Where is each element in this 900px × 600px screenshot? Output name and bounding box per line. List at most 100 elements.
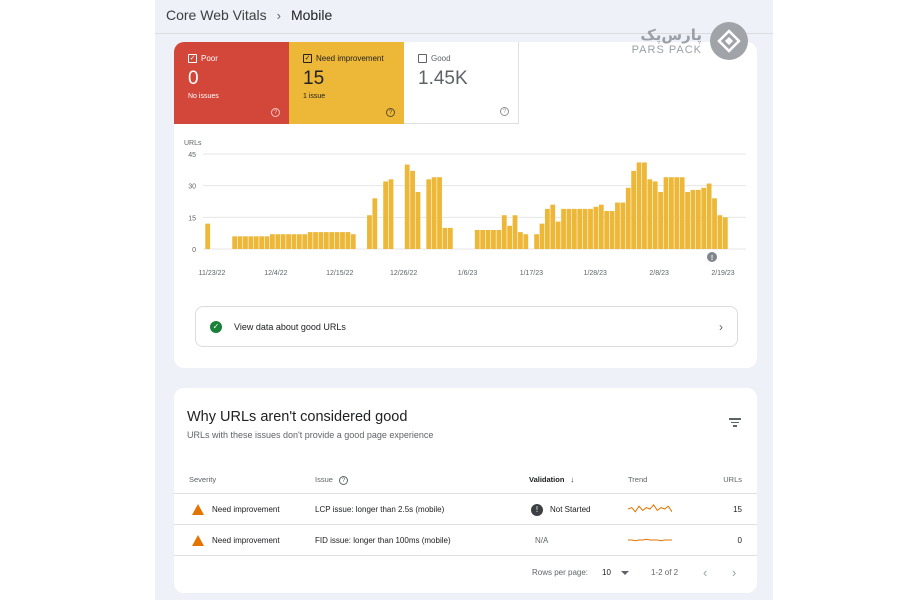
chart-bar (582, 208, 588, 249)
chart-bar (350, 234, 356, 249)
chart-bar (620, 202, 626, 249)
chart-bar (679, 177, 685, 249)
x-tick-label: 1/28/23 (584, 270, 607, 277)
chart-bar (706, 183, 712, 249)
chart-bar (577, 208, 583, 249)
view-good-urls-link[interactable]: ✓ View data about good URLs › (195, 306, 738, 347)
trend-cell (628, 533, 672, 547)
chart-bar (534, 234, 539, 249)
chart-bar (237, 236, 243, 249)
severity-label: Need improvement (212, 505, 280, 514)
chart-bar (243, 236, 248, 249)
warning-icon (192, 535, 204, 567)
rows-per-page-label: Rows per page: (532, 568, 589, 577)
chart-bar (253, 236, 259, 249)
chart-bar (674, 177, 680, 249)
col-issue: Issue ? (315, 466, 349, 494)
chart-bar (593, 206, 599, 249)
issues-card: Why URLs aren't considered good URLs wit… (174, 388, 757, 593)
trend-sparkline (628, 538, 672, 542)
parspack-logo: پارس‌پک PARS PACK (632, 22, 748, 60)
col-validation[interactable]: Validation ↓ (529, 466, 574, 494)
chart-bar (345, 232, 351, 249)
chart-bar (615, 202, 620, 249)
chart-bar (286, 234, 291, 249)
annotation-marker-label: ! (711, 255, 713, 262)
x-tick-label: 2/19/23 (711, 270, 734, 277)
chart-bar (555, 221, 561, 249)
chart-bar (491, 230, 496, 249)
trend-sparkline (627, 503, 673, 513)
breadcrumb-parent[interactable]: Core Web Vitals (166, 7, 267, 23)
urls-cell: 15 (733, 505, 742, 514)
exclamation-circle-icon: ! (531, 503, 543, 516)
x-tick-label: 11/23/22 (199, 270, 226, 277)
chart-bar (571, 208, 577, 249)
chart-bar (722, 217, 728, 249)
check-circle-icon: ✓ (210, 320, 222, 333)
rows-per-page-value: 10 (602, 568, 611, 577)
col-trend: Trend (628, 475, 648, 484)
chart-bar (642, 162, 647, 249)
chart-bar (205, 223, 211, 249)
chart-bar (437, 177, 442, 249)
chart-bar (636, 162, 642, 249)
chart-bar (474, 230, 480, 249)
logo-text-fa: پارس‌پک (640, 27, 702, 44)
x-tick-label: 2/8/23 (649, 270, 669, 277)
chart-bar (340, 232, 345, 249)
sort-arrow-icon: ↓ (570, 475, 575, 484)
chart-bar (329, 232, 335, 249)
prev-page-icon[interactable]: ‹ (703, 563, 707, 583)
chart-bar (631, 170, 637, 249)
summary-card: ✓ Poor 0 No issues ? ✓ Need improvement 15… (174, 42, 757, 368)
filter-icon[interactable] (729, 418, 741, 429)
chart-bar (372, 198, 378, 249)
urls-cell: 0 (737, 536, 742, 545)
chart-bar (604, 211, 610, 249)
col-urls: URLs (723, 475, 742, 484)
col-validation-label: Validation (529, 475, 565, 484)
sparkline-path (628, 538, 672, 542)
warning-icon (192, 504, 204, 536)
chart-bar (264, 236, 270, 249)
issue-cell: LCP issue: longer than 2.5s (mobile) (315, 505, 445, 514)
chart-bar (232, 236, 238, 249)
chart-bar (296, 234, 302, 249)
chart-bar (275, 234, 281, 249)
chart-bar (685, 192, 690, 249)
chart-bar (410, 170, 415, 249)
table-row[interactable]: Need improvement FID issue: longer than … (174, 525, 757, 567)
chart-bar (566, 208, 572, 249)
y-tick-label: 0 (192, 247, 196, 254)
next-page-icon[interactable]: › (732, 563, 736, 583)
chart-bar (323, 232, 329, 249)
breadcrumb: Core Web Vitals › Mobile (166, 7, 332, 23)
y-tick-label: 45 (188, 152, 196, 159)
issues-title: Why URLs aren't considered good (187, 409, 408, 425)
chart-bar (512, 215, 518, 249)
chart-bar (652, 181, 658, 249)
search-console-screen: Core Web Vitals › Mobile ✓ Poor 0 No issu… (155, 0, 773, 600)
breadcrumb-separator-icon: › (276, 7, 281, 23)
rows-per-page-select[interactable]: 10 (602, 563, 629, 583)
chart-bar (701, 187, 707, 249)
help-icon[interactable]: ? (339, 476, 349, 485)
chart-bar (625, 187, 631, 249)
chart-bar (259, 236, 265, 249)
chart-bar (431, 177, 437, 249)
chart-bar (550, 204, 556, 249)
sparkline-path (627, 503, 673, 513)
chart-bar (447, 227, 453, 249)
chart-bar (415, 192, 421, 249)
x-tick-label: 1/6/23 (458, 270, 478, 277)
chart-bar (404, 164, 410, 249)
chart-bar (388, 179, 394, 249)
chart-bar (270, 234, 275, 249)
table-row[interactable]: Need improvement LCP issue: longer than … (174, 494, 757, 536)
issues-subtitle: URLs with these issues don't provide a g… (187, 430, 434, 440)
chart-bar (695, 189, 701, 249)
chart-bar (291, 234, 297, 249)
y-tick-label: 30 (188, 184, 196, 191)
issue-cell: FID issue: longer than 100ms (mobile) (315, 536, 451, 545)
